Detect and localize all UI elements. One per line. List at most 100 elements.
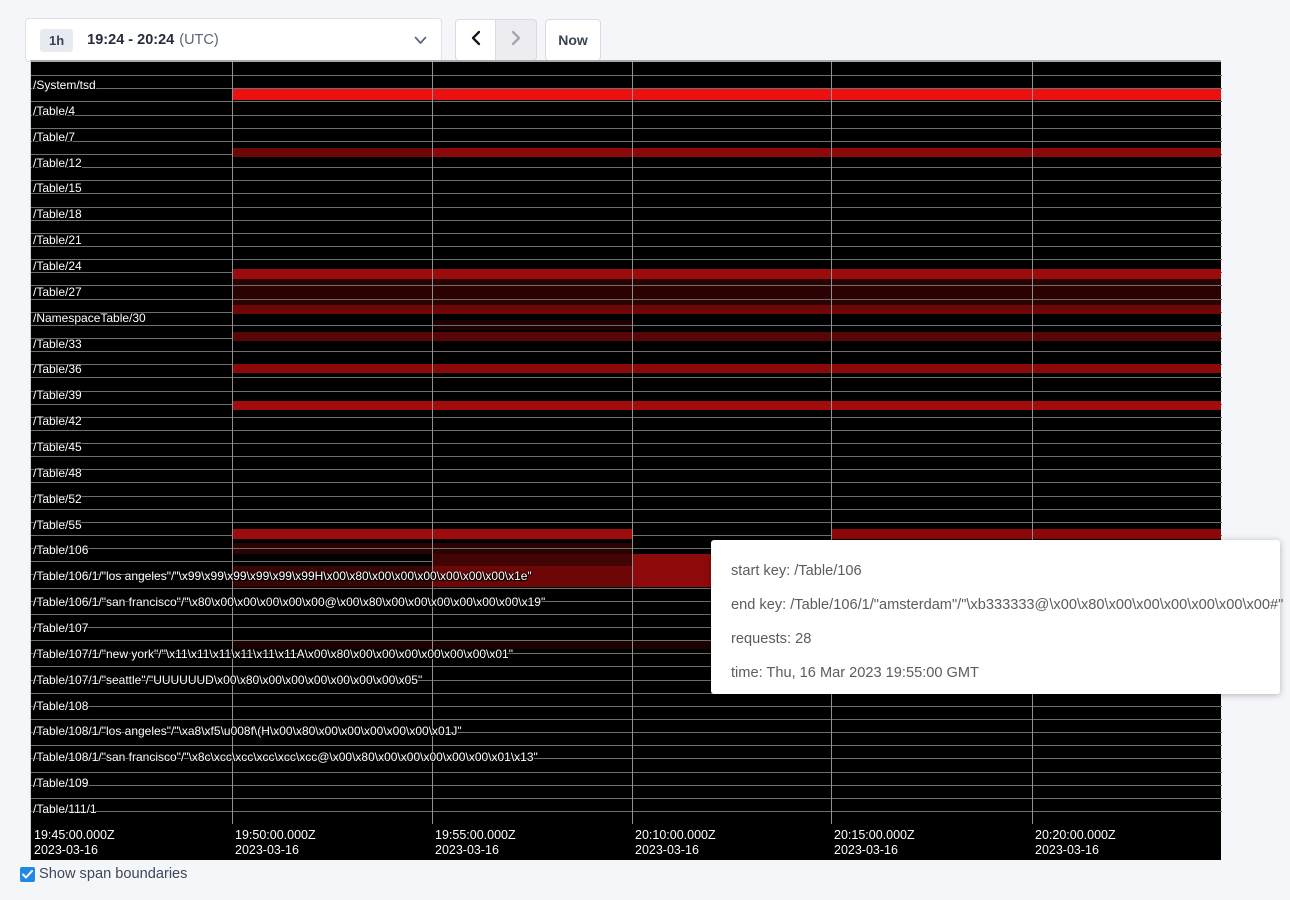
tooltip-time: time: Thu, 16 Mar 2023 19:55:00 GMT <box>731 656 1280 690</box>
show-span-boundaries-label: Show span boundaries <box>39 866 187 882</box>
row-label: /Table/111/1 <box>33 802 97 816</box>
h-gridline <box>31 377 1222 378</box>
row-label: /Table/36 <box>33 362 82 376</box>
time-axis: 19:45:00.000Z2023-03-16 19:50:00.000Z2023… <box>31 824 1222 862</box>
h-gridline <box>31 443 1222 444</box>
row-label: /Table/42 <box>33 414 82 428</box>
x-tick-label: 19:55:00.000Z2023-03-16 <box>435 828 516 858</box>
row-label: /Table/106/1/"los angeles"/"\x99\x99\x99… <box>33 569 532 583</box>
h-gridline <box>31 128 1222 129</box>
row-label: /Table/39 <box>33 388 82 402</box>
row-label: /System/tsd <box>33 78 96 92</box>
now-button[interactable]: Now <box>545 19 601 61</box>
h-gridline <box>31 456 1222 457</box>
x-tick-label: 20:15:00.000Z2023-03-16 <box>834 828 915 858</box>
heat-band <box>232 269 1221 279</box>
x-tick-label: 20:20:00.000Z2023-03-16 <box>1035 828 1116 858</box>
row-label: /NamespaceTable/30 <box>33 311 146 325</box>
h-gridline <box>31 207 1222 208</box>
row-label: /Table/45 <box>33 440 82 454</box>
chevron-down-icon <box>414 36 427 45</box>
h-gridline <box>31 167 1222 168</box>
row-label: /Table/21 <box>33 233 82 247</box>
tooltip-requests: requests: 28 <box>731 622 1280 656</box>
v-gridline <box>1032 62 1033 824</box>
row-label: /Table/24 <box>33 259 82 273</box>
h-gridline <box>31 509 1222 510</box>
row-label: /Table/109 <box>33 776 88 790</box>
time-nav-group <box>455 19 537 61</box>
x-tick-label: 20:10:00.000Z2023-03-16 <box>635 828 716 858</box>
h-gridline <box>31 430 1222 431</box>
tooltip-start-key: start key: /Table/106 <box>731 554 1280 588</box>
heat-band <box>432 148 1221 157</box>
h-gridline <box>31 482 1222 483</box>
row-label: /Table/12 <box>33 156 82 170</box>
heat-band <box>831 529 1221 539</box>
x-tick-label: 19:45:00.000Z2023-03-16 <box>34 828 115 858</box>
row-label: /Table/107/1/"new york"/"\x11\x11\x11\x1… <box>33 647 513 661</box>
show-span-boundaries-checkbox[interactable] <box>20 867 35 882</box>
h-gridline <box>31 496 1222 497</box>
h-gridline <box>31 259 1222 260</box>
h-gridline <box>31 115 1222 116</box>
row-label: /Table/18 <box>33 207 82 221</box>
heat-band <box>232 148 432 157</box>
prev-interval-button[interactable] <box>455 19 496 61</box>
h-gridline <box>31 299 1222 300</box>
key-visualizer-heatmap[interactable]: /System/tsd/Table/4/Table/7/Table/12/Tab… <box>30 60 1221 860</box>
row-label: /Table/106 <box>33 543 88 557</box>
h-gridline <box>31 285 1222 286</box>
checkmark-icon <box>22 870 33 879</box>
h-gridline <box>31 75 1222 76</box>
row-label: /Table/48 <box>33 466 82 480</box>
time-range-select[interactable]: 1h 19:24 - 20:24 (UTC) <box>25 18 442 62</box>
h-gridline <box>31 785 1222 786</box>
v-gridline <box>632 62 633 824</box>
time-range-value: 19:24 - 20:24 <box>87 32 174 48</box>
h-gridline <box>31 101 1222 102</box>
h-gridline <box>31 246 1222 247</box>
bucket-tooltip: start key: /Table/106 end key: /Table/10… <box>711 540 1280 694</box>
h-gridline <box>31 811 1222 812</box>
heat-band <box>232 401 1221 410</box>
row-label: /Table/52 <box>33 492 82 506</box>
chevron-left-icon <box>469 30 482 51</box>
h-gridline <box>31 522 1222 523</box>
x-tick-label: 19:50:00.000Z2023-03-16 <box>235 828 316 858</box>
row-label: /Table/7 <box>33 130 75 144</box>
row-label: /Table/106/1/"san francisco"/"\x80\x00\x… <box>33 595 545 609</box>
h-gridline <box>31 233 1222 234</box>
h-gridline <box>31 772 1222 773</box>
tooltip-end-key: end key: /Table/106/1/"amsterdam"/"\xb33… <box>731 588 1280 622</box>
h-gridline <box>31 706 1222 707</box>
v-gridline <box>232 62 233 824</box>
v-gridline <box>432 62 433 824</box>
h-gridline <box>31 141 1222 142</box>
row-label: /Table/27 <box>33 285 82 299</box>
row-label: /Table/55 <box>33 518 82 532</box>
row-label: /Table/107 <box>33 621 88 635</box>
chevron-right-icon <box>510 30 523 51</box>
heat-band <box>232 89 1221 100</box>
h-gridline <box>31 745 1222 746</box>
heatmap-plot-area[interactable]: /System/tsd/Table/4/Table/7/Table/12/Tab… <box>31 62 1222 824</box>
row-label: /Table/108/1/"san francisco"/"\x8c\xcc\x… <box>33 750 538 764</box>
row-label: /Table/107/1/"seattle"/"UUUUUUD\x00\x80\… <box>33 673 422 687</box>
h-gridline <box>31 220 1222 221</box>
heat-band <box>232 279 1221 307</box>
h-gridline <box>31 180 1222 181</box>
heat-band <box>232 305 1221 314</box>
h-gridline <box>31 719 1222 720</box>
heat-band <box>232 332 1221 341</box>
heat-band <box>632 554 713 566</box>
h-gridline <box>31 325 1222 326</box>
next-interval-button[interactable] <box>496 19 537 61</box>
h-gridline <box>31 417 1222 418</box>
v-gridline <box>831 62 832 824</box>
time-range-timezone: (UTC) <box>179 32 218 48</box>
row-label: /Table/33 <box>33 337 82 351</box>
h-gridline <box>31 391 1222 392</box>
heat-band <box>232 364 1221 373</box>
time-range-badge: 1h <box>40 29 73 52</box>
